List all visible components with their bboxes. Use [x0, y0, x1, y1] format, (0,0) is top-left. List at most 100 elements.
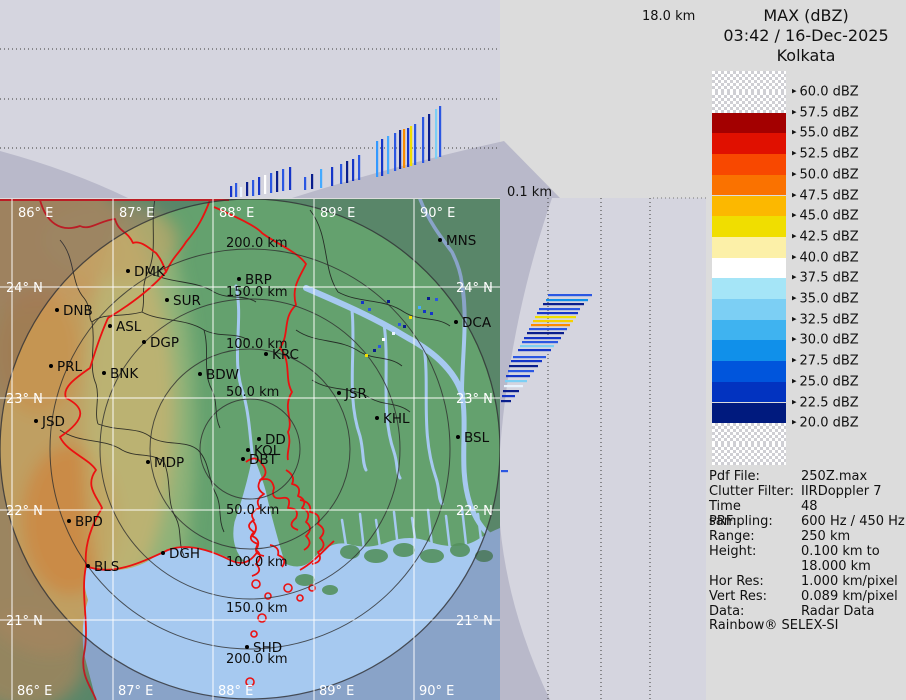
scale-label: ▸40.0 dBZ	[792, 250, 859, 265]
svg-text:88° E: 88° E	[219, 206, 254, 221]
scale-band	[712, 113, 786, 134]
station-dot	[55, 308, 59, 312]
scale-band	[712, 175, 786, 196]
scale-band	[712, 403, 786, 424]
station-dot	[86, 564, 90, 568]
metadata-row: Hor Res:1.000 km/pixel	[709, 574, 905, 589]
scale-label: ▸57.5 dBZ	[792, 105, 859, 120]
scale-label: ▸25.0 dBZ	[792, 374, 859, 389]
tick-arrow-icon: ▸	[792, 232, 797, 241]
svg-text:200.0 km: 200.0 km	[226, 236, 288, 251]
station-dot	[142, 340, 146, 344]
station-label: JSR	[344, 386, 367, 402]
svg-text:22° N: 22° N	[6, 504, 43, 519]
station-label: JSD	[41, 414, 65, 430]
tick-arrow-icon: ▸	[792, 295, 797, 304]
tick-arrow-icon: ▸	[792, 253, 797, 262]
scale-band-below-min	[712, 444, 786, 465]
tick-arrow-icon: ▸	[792, 377, 797, 386]
station-label: DMK	[134, 264, 166, 280]
station-label: DCA	[462, 315, 492, 331]
station-dot	[375, 416, 379, 420]
scale-label: ▸45.0 dBZ	[792, 209, 859, 224]
station-dot	[264, 352, 268, 356]
station-label: BNK	[110, 366, 139, 382]
svg-text:24° N: 24° N	[456, 281, 493, 296]
station-dot	[34, 419, 38, 423]
tick-arrow-icon: ▸	[792, 315, 797, 324]
station-label: PRL	[57, 359, 83, 375]
station-label: DNB	[63, 303, 93, 319]
tick-arrow-icon: ▸	[792, 170, 797, 179]
scale-band	[712, 92, 786, 113]
svg-text:90° E: 90° E	[420, 206, 455, 221]
scale-band	[712, 299, 786, 320]
svg-text:22° N: 22° N	[456, 504, 493, 519]
station-label: BSL	[464, 430, 490, 446]
svg-text:88° E: 88° E	[218, 684, 253, 699]
scale-band	[712, 423, 786, 444]
svg-text:50.0 km: 50.0 km	[226, 503, 279, 518]
scale-band	[712, 258, 786, 279]
scale-label: ▸55.0 dBZ	[792, 126, 859, 141]
tick-arrow-icon: ▸	[792, 398, 797, 407]
svg-text:87° E: 87° E	[118, 684, 153, 699]
tick-arrow-icon: ▸	[792, 88, 797, 97]
station-label: SHD	[253, 640, 282, 656]
station-dot	[108, 324, 112, 328]
station-dot	[337, 391, 341, 395]
scale-band	[712, 216, 786, 237]
svg-text:86° E: 86° E	[18, 206, 53, 221]
station-name: Kolkata	[706, 46, 906, 66]
scale-label: ▸52.5 dBZ	[792, 147, 859, 162]
scale-label: ▸22.5 dBZ	[792, 395, 859, 410]
tick-arrow-icon: ▸	[792, 108, 797, 117]
station-dot	[456, 435, 460, 439]
station-dot	[198, 372, 202, 376]
station-dot	[257, 437, 261, 441]
station-dot	[454, 320, 458, 324]
station-label: DGH	[169, 546, 200, 562]
metadata-row: PRF:600 Hz / 450 Hz	[709, 514, 905, 529]
station-dot	[438, 238, 442, 242]
tick-arrow-icon: ▸	[792, 419, 797, 428]
station-dot	[102, 371, 106, 375]
svg-text:24° N: 24° N	[6, 281, 43, 296]
station-label: DGP	[150, 335, 179, 351]
station-dot	[245, 645, 249, 649]
radar-display: 18.0 km0.1 km86° E86° E87° E87° E88° E88…	[0, 0, 906, 700]
scale-band	[712, 237, 786, 258]
scale-band	[712, 382, 786, 403]
scale-band	[712, 196, 786, 217]
scale-band	[712, 133, 786, 154]
software-brand: Rainbow® SELEX-SI	[709, 618, 839, 633]
station-label: MNS	[446, 233, 476, 249]
tick-arrow-icon: ▸	[792, 191, 797, 200]
metadata-row: Vert Res:0.089 km/pixel	[709, 589, 905, 604]
svg-text:89° E: 89° E	[320, 206, 355, 221]
svg-text:21° N: 21° N	[456, 614, 493, 629]
svg-text:150.0 km: 150.0 km	[226, 601, 288, 616]
product-timestamp: 03:42 / 16-Dec-2025	[706, 26, 906, 46]
station-dot	[49, 364, 53, 368]
station-dot	[237, 277, 241, 281]
scale-band	[712, 278, 786, 299]
scale-band	[712, 361, 786, 382]
station-label: KHL	[383, 411, 410, 427]
svg-text:0.1 km: 0.1 km	[507, 185, 552, 200]
station-label: SUR	[173, 293, 201, 309]
station-dot	[165, 298, 169, 302]
station-dot	[126, 269, 130, 273]
scale-band	[712, 340, 786, 361]
metadata-row: Range:250 km	[709, 529, 905, 544]
title-block: MAX (dBZ) 03:42 / 16-Dec-2025 Kolkata	[706, 6, 906, 66]
station-dot	[241, 457, 245, 461]
svg-text:50.0 km: 50.0 km	[226, 385, 279, 400]
svg-text:100.0 km: 100.0 km	[226, 555, 288, 570]
svg-text:23° N: 23° N	[456, 392, 493, 407]
scale-label: ▸37.5 dBZ	[792, 271, 859, 286]
tick-arrow-icon: ▸	[792, 150, 797, 159]
station-label: BDW	[206, 367, 239, 383]
tick-arrow-icon: ▸	[792, 336, 797, 345]
station-dot	[67, 519, 71, 523]
